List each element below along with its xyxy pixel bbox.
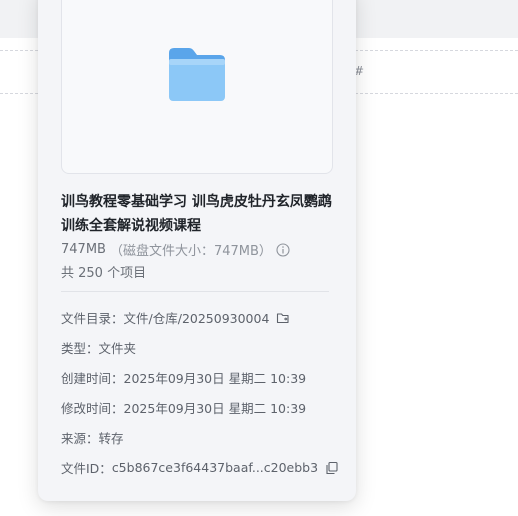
file-id-label: 文件ID： <box>61 461 112 476</box>
created-label: 创建时间： <box>61 371 124 386</box>
modified-row: 修改时间： 2025年09月30日 星期二 10:39 <box>61 398 306 417</box>
modified-label: 修改时间： <box>61 401 124 416</box>
source-value: 转存 <box>98 431 124 446</box>
created-row: 创建时间： 2025年09月30日 星期二 10:39 <box>61 368 306 387</box>
directory-label: 文件目录： <box>61 311 124 326</box>
file-id-value: c5b867ce3f64437baaf...c20ebb3 <box>111 460 319 475</box>
folder-icon <box>169 48 225 101</box>
file-title: 训鸟教程零基础学习 训鸟虎皮牡丹玄凤鹦鹉训练全套解说视频课程 <box>61 194 332 234</box>
source-label: 来源： <box>61 431 99 446</box>
info-icon[interactable] <box>276 242 290 257</box>
type-row: 类型： 文件夹 <box>61 338 136 357</box>
type-label: 类型： <box>61 341 99 356</box>
item-count: 共 250 个项目 <box>61 266 147 281</box>
file-details-popup: 训鸟教程零基础学习 训鸟虎皮牡丹玄凤鹦鹉训练全套解说视频课程 747MB （磁盘… <box>38 0 356 501</box>
size-value: 747MB <box>61 242 106 257</box>
modified-value: 2025年09月30日 星期二 10:39 <box>123 401 307 416</box>
file-size: 747MB （磁盘文件大小：747MB） <box>61 240 290 259</box>
type-value: 文件夹 <box>98 341 137 356</box>
directory-row: 文件目录： 文件/仓库/20250930004 <box>61 308 290 327</box>
source-row: 来源： 转存 <box>61 428 124 447</box>
file-preview <box>61 0 333 174</box>
created-value: 2025年09月30日 星期二 10:39 <box>123 371 307 386</box>
directory-value: 文件/仓库/20250930004 <box>123 311 270 326</box>
open-folder-icon[interactable] <box>276 311 290 325</box>
divider <box>61 291 329 292</box>
copy-icon[interactable] <box>325 461 339 475</box>
file-id-row: 文件ID： c5b867ce3f64437baaf...c20ebb3 <box>61 458 339 477</box>
disk-size-detail: （磁盘文件大小：747MB） <box>109 244 272 259</box>
